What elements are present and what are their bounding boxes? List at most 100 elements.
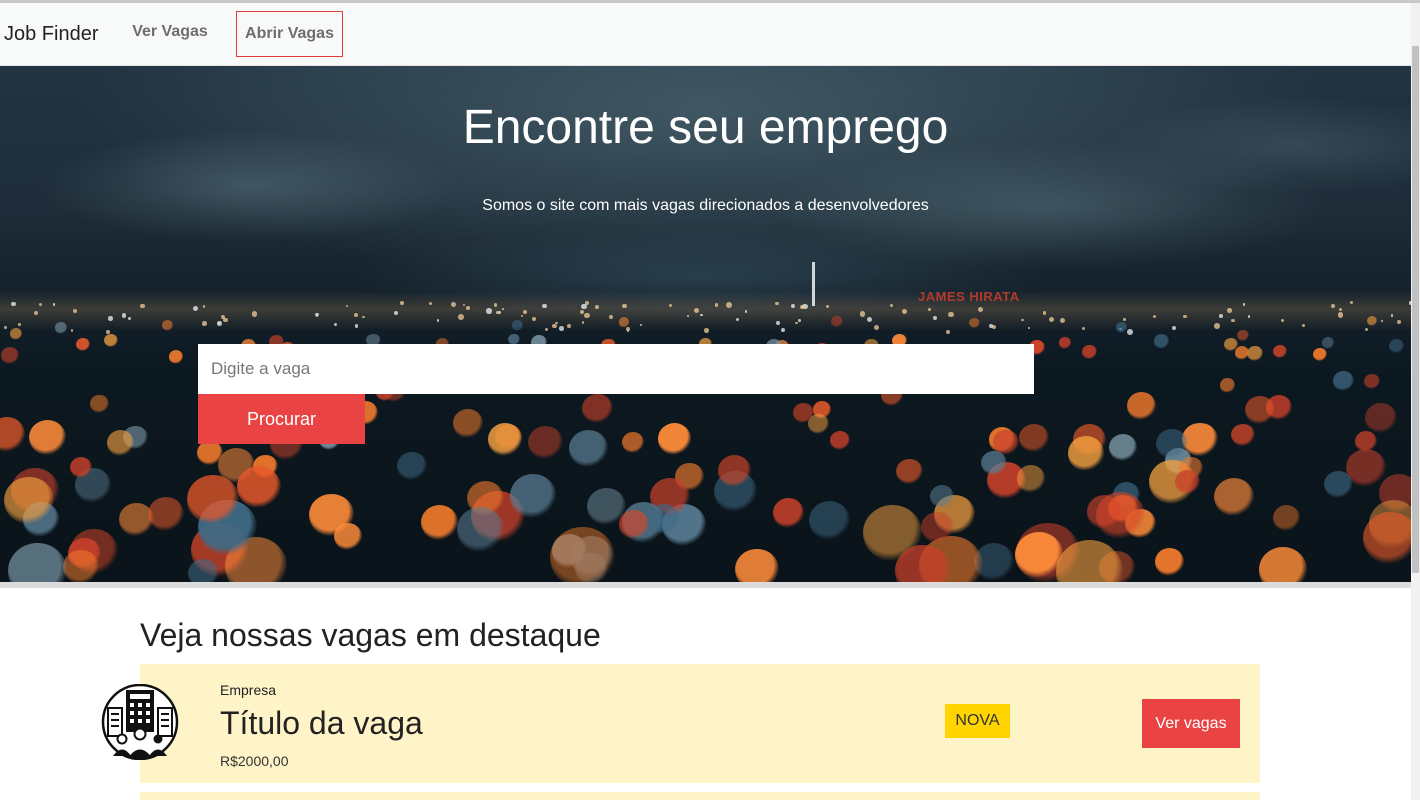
horizon-light	[901, 309, 907, 314]
horizon-light	[314, 312, 319, 317]
horizon-light	[17, 323, 21, 326]
bokeh-light	[1366, 315, 1378, 326]
bokeh-light	[8, 543, 68, 586]
bokeh-light	[1182, 422, 1218, 457]
horizon-light	[33, 310, 39, 315]
hero-divider	[0, 582, 1411, 588]
hero-title: Encontre seu emprego	[462, 101, 949, 154]
horizon-light	[1048, 316, 1054, 323]
bokeh-light	[169, 350, 184, 364]
horizon-light	[932, 315, 937, 321]
bokeh-light	[1082, 345, 1097, 359]
bokeh-light	[421, 504, 458, 540]
horizon-light	[552, 323, 557, 329]
horizon-light	[948, 311, 954, 318]
bokeh-light	[1224, 338, 1238, 351]
bokeh-light	[1272, 504, 1301, 532]
bokeh-light	[334, 522, 363, 550]
horizon-light	[121, 313, 127, 318]
office-building-people-icon	[101, 684, 179, 760]
bokeh-light	[618, 317, 630, 328]
horizon-light	[217, 321, 223, 326]
bokeh-light	[161, 319, 174, 331]
bokeh-light	[830, 431, 851, 451]
bokeh-light	[1272, 345, 1287, 359]
horizon-light	[780, 328, 785, 332]
bokeh-light	[196, 440, 223, 466]
new-badge: NOVA	[945, 704, 1010, 738]
navbar: Job Finder Ver Vagas Abrir Vagas	[0, 3, 1411, 66]
bokeh-light	[1156, 429, 1188, 459]
bokeh-light	[647, 503, 680, 534]
bokeh-light	[772, 497, 805, 528]
bokeh-light	[1245, 396, 1275, 425]
page-scrollbar[interactable]	[1411, 3, 1420, 800]
horizon-light	[1218, 314, 1223, 319]
brand-link[interactable]: Job Finder	[4, 23, 99, 46]
job-company: Empresa	[220, 682, 277, 698]
bokeh-light	[549, 526, 615, 586]
bokeh-light	[1321, 337, 1335, 349]
bokeh-light	[527, 425, 563, 460]
horizon-light	[889, 303, 893, 308]
city-skyline	[0, 291, 1411, 331]
bokeh-light	[1067, 436, 1105, 472]
bokeh-light	[4, 477, 54, 525]
search-button[interactable]: Procurar	[198, 394, 365, 444]
horizon-light	[1152, 314, 1156, 319]
horizon-light	[988, 323, 993, 328]
bokeh-light	[103, 333, 118, 347]
horizon-light	[192, 305, 198, 312]
bokeh-light	[1365, 403, 1398, 434]
bokeh-light	[717, 454, 752, 487]
bokeh-light	[1355, 431, 1377, 452]
bokeh-light	[487, 423, 523, 457]
bokeh-light	[921, 511, 954, 543]
horizon-light	[1021, 318, 1024, 322]
horizon-light	[10, 301, 16, 307]
featured-section-title: Veja nossas vagas em destaque	[140, 617, 601, 653]
horizon-light	[251, 311, 257, 317]
horizon-light	[1126, 328, 1133, 335]
scrollbar-thumb[interactable]	[1412, 46, 1419, 573]
bokeh-light	[236, 466, 282, 509]
bokeh-light	[1247, 345, 1264, 362]
horizon-light	[542, 303, 547, 309]
horizon-light	[1081, 326, 1085, 330]
bokeh-light	[0, 346, 20, 365]
bokeh-light	[1116, 322, 1128, 333]
bokeh-light	[1213, 477, 1254, 516]
bokeh-light	[55, 322, 68, 334]
horizon-light	[496, 311, 499, 314]
bokeh-light	[621, 431, 645, 454]
horizon-light	[140, 303, 145, 309]
horizon-light	[703, 328, 709, 333]
bokeh-light	[1058, 337, 1072, 349]
bokeh-light	[1389, 338, 1405, 354]
horizon-light	[584, 312, 590, 318]
horizon-light	[700, 313, 703, 316]
horizon-light	[1330, 303, 1335, 308]
bokeh-light	[1332, 371, 1354, 392]
bokeh-light	[1086, 494, 1123, 529]
bokeh-light	[452, 408, 484, 438]
horizon-light	[725, 302, 732, 308]
horizon-light	[70, 329, 74, 332]
bokeh-light	[735, 548, 780, 586]
horizon-light	[581, 321, 584, 324]
bokeh-light	[1259, 547, 1307, 586]
horizon-light	[559, 326, 564, 331]
horizon-light	[1301, 323, 1306, 328]
bokeh-light	[1154, 334, 1170, 349]
horizon-light	[622, 303, 627, 308]
bokeh-light	[107, 429, 135, 456]
bokeh-light	[1019, 423, 1049, 452]
bokeh-light	[1126, 392, 1157, 421]
job-search-input[interactable]	[198, 344, 1034, 394]
bokeh-light	[993, 430, 1019, 455]
view-jobs-button[interactable]: Ver vagas	[1142, 699, 1240, 748]
nav-link-abrir-vagas[interactable]: Abrir Vagas	[236, 11, 343, 57]
job-card-next	[140, 792, 1260, 800]
bokeh-light	[457, 507, 505, 552]
nav-link-ver-vagas[interactable]: Ver Vagas	[124, 9, 216, 55]
